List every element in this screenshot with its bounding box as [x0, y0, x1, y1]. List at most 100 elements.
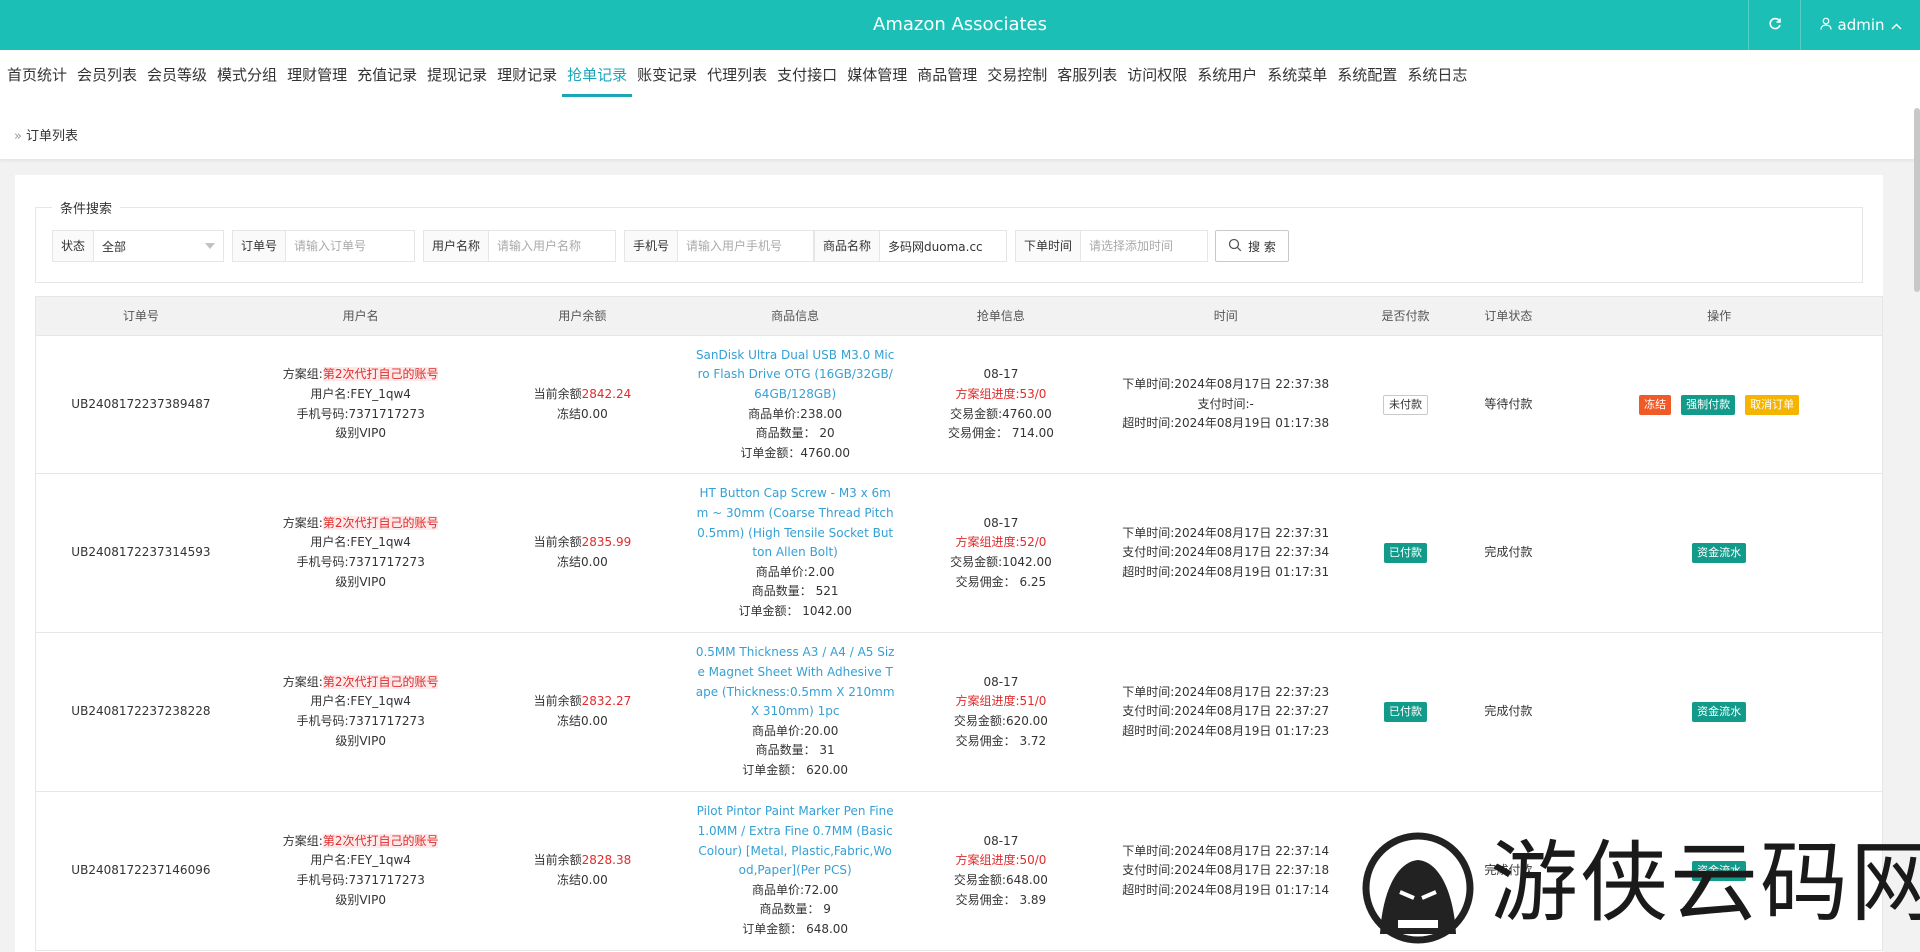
top-header: Amazon Associates admin: [0, 0, 1920, 50]
status-filter[interactable]: 状态 全部: [52, 230, 224, 262]
nav-item[interactable]: 理财管理: [282, 50, 352, 97]
scrollbar-thumb[interactable]: [1914, 108, 1920, 292]
timeout-time: 超时时间:2024年08月19日 01:17:38: [1122, 416, 1330, 431]
order-no-cell: UB2408172237314593: [36, 474, 246, 632]
nav-item[interactable]: 账变记录: [632, 50, 702, 97]
order-amount: 订单金额： 620.00: [742, 762, 849, 777]
plan-name: 第2次代打自己的账号: [322, 515, 439, 530]
quantity: 商品数量： 20: [755, 426, 835, 441]
main-nav: 首页统计 会员列表 会员等级 模式分组 理财管理 充值记录 提现记录 理财记录 抢单记录 账变记录…: [0, 50, 1920, 97]
phone-label: 手机号: [625, 231, 679, 261]
nav-item[interactable]: 访问权限: [1122, 50, 1192, 97]
grab-cell: 08-17 方案组进度:50/0 交易金额:648.00 交易佣金： 3.89: [901, 792, 1101, 950]
search-legend: 条件搜索: [52, 198, 121, 217]
balance-cell: 当前余额2828.38 冻结0.00: [476, 792, 690, 950]
grab-date: 08-17: [983, 674, 1019, 689]
ops-group: 冻结 强制付款 取消订单: [1639, 394, 1800, 415]
plan-prefix: 方案组:: [282, 833, 323, 848]
nav-item[interactable]: 提现记录: [422, 50, 492, 97]
caret-down-icon: [205, 243, 215, 249]
fund-flow-button[interactable]: 资金流水: [1692, 861, 1747, 881]
refresh-icon: [1768, 16, 1782, 35]
time-filter: 下单时间: [1015, 230, 1248, 262]
balance-prefix: 当前余额: [533, 853, 582, 868]
commission: 交易佣金： 6.25: [955, 574, 1047, 589]
product-label: 商品名称: [815, 231, 881, 261]
search-button[interactable]: 搜 索: [1215, 230, 1289, 262]
fund-flow-button[interactable]: 资金流水: [1692, 702, 1747, 722]
order-time: 下单时间:2024年08月17日 22:37:38: [1122, 377, 1330, 392]
order-time: 下单时间:2024年08月17日 22:37:14: [1122, 843, 1330, 858]
column-header: 商品信息: [771, 309, 820, 323]
product-name-link[interactable]: 0.5MM Thickness A3 / A4 / A5 Size Magnet…: [695, 643, 895, 721]
order-label: 订单号: [233, 231, 287, 261]
column-header: 是否付款: [1381, 309, 1430, 323]
nav-item[interactable]: 抢单记录: [562, 50, 633, 97]
quantity: 商品数量： 9: [759, 902, 831, 917]
user-name: admin: [1837, 16, 1885, 34]
product-name-link[interactable]: HT Button Cap Screw - M3 x 6mm ~ 30mm (C…: [695, 484, 895, 562]
order-status: 完成付款: [1484, 704, 1533, 719]
force-pay-button[interactable]: 强制付款: [1681, 394, 1736, 415]
status-select[interactable]: 全部: [94, 231, 223, 261]
username: 用户名:FEY_1qw4: [310, 694, 411, 709]
plan-prefix: 方案组:: [282, 674, 323, 689]
pay-time: 支付时间:2024年08月17日 22:37:18: [1122, 863, 1330, 878]
user-menu[interactable]: admin: [1800, 0, 1920, 50]
nav-item[interactable]: 代理列表: [702, 50, 772, 97]
paid-cell: 已付款: [1351, 474, 1461, 632]
nav-item[interactable]: 系统配置: [1332, 50, 1402, 97]
nav-item[interactable]: 会员列表: [72, 50, 142, 97]
refresh-button[interactable]: [1748, 0, 1800, 50]
column-header: 时间: [1213, 309, 1238, 323]
breadcrumb-item[interactable]: 订单列表: [26, 129, 78, 144]
product-cell: 0.5MM Thickness A3 / A4 / A5 Size Magnet…: [689, 633, 901, 791]
nav-item[interactable]: 充值记录: [352, 50, 422, 97]
nav-item[interactable]: 系统日志: [1402, 50, 1472, 97]
user-cell: 方案组:第2次代打自己的账号 用户名:FEY_1qw4 手机号码:737171727…: [246, 633, 476, 791]
product-cell: HT Button Cap Screw - M3 x 6mm ~ 30mm (C…: [689, 474, 901, 632]
fund-flow-button[interactable]: 资金流水: [1692, 543, 1747, 563]
grab-cell: 08-17 方案组进度:53/0 交易金额:4760.00 交易佣金： 714.00: [901, 336, 1101, 473]
nav-item[interactable]: 系统菜单: [1262, 50, 1332, 97]
quantity: 商品数量： 31: [755, 743, 835, 758]
balance-value: 2842.24: [581, 386, 632, 401]
nav-item[interactable]: 会员等级: [142, 50, 212, 97]
time-cell: 下单时间:2024年08月17日 22:37:38 支付时间:- 超时时间:2024…: [1101, 336, 1351, 473]
time-cell: 下单时间:2024年08月17日 22:37:14 支付时间:2024年08月17…: [1101, 792, 1351, 950]
balance: 当前余额2842.24: [534, 385, 632, 405]
nav-item[interactable]: 媒体管理: [842, 50, 912, 97]
product-name-link[interactable]: Pilot Pintor Paint Marker Pen Fine 1.0MM…: [695, 802, 895, 880]
username-filter: 用户名称: [423, 230, 656, 262]
user-cell: 方案组:第2次代打自己的账号 用户名:FEY_1qw4 手机号码:737171727…: [246, 792, 476, 950]
nav-item[interactable]: 首页统计: [0, 50, 72, 97]
nav-item[interactable]: 商品管理: [912, 50, 982, 97]
table-header: 订单号 用户名 用户余额 商品信息 抢单信息 时间 是否付款 订单状态 操作: [35, 296, 1883, 336]
ops-cell: 资金流水: [1556, 633, 1882, 791]
column-header: 抢单信息: [976, 309, 1025, 323]
column-header: 订单号: [122, 309, 159, 323]
paid-badge: 已付款: [1384, 543, 1427, 563]
order-no-cell: UB2408172237238228: [36, 633, 246, 791]
cancel-order-button[interactable]: 取消订单: [1745, 394, 1800, 415]
table-body: UB2408172237389487 方案组:第2次代打自己的账号 用户名:FEY_…: [35, 336, 1883, 951]
nav-item[interactable]: 模式分组: [212, 50, 282, 97]
product-name-link[interactable]: SanDisk Ultra Dual USB M3.0 Micro Flash …: [695, 346, 895, 405]
ops-cell: 资金流水: [1556, 474, 1882, 632]
breadcrumb-bar: » 订单列表: [0, 97, 1920, 159]
nav-item[interactable]: 支付接口: [772, 50, 842, 97]
username: 用户名:FEY_1qw4: [310, 386, 411, 401]
time-label: 下单时间: [1016, 231, 1082, 261]
order-time: 下单时间:2024年08月17日 22:37:31: [1122, 525, 1330, 540]
freeze-button[interactable]: 冻结: [1639, 394, 1672, 415]
nav-item[interactable]: 交易控制: [982, 50, 1052, 97]
nav-item[interactable]: 客服列表: [1052, 50, 1122, 97]
timeout-time: 超时时间:2024年08月19日 01:17:23: [1122, 723, 1330, 738]
nav-item[interactable]: 理财记录: [492, 50, 562, 97]
balance-prefix: 当前余额: [533, 535, 582, 550]
unit-price: 商品单价:72.00: [751, 882, 839, 897]
status-cell: 完成付款: [1460, 633, 1556, 791]
nav-item[interactable]: 系统用户: [1192, 50, 1262, 97]
unit-price: 商品单价:20.00: [751, 723, 839, 738]
order-no: UB2408172237314593: [71, 545, 211, 560]
